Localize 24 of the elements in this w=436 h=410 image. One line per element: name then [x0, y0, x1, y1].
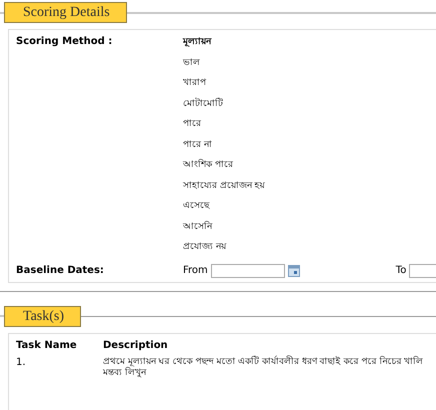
- from-label: From: [183, 265, 208, 276]
- scoring-option: পারে: [183, 119, 201, 129]
- field-label: Baseline Dates:: [16, 264, 104, 276]
- section-legend: Task(s): [4, 306, 82, 326]
- column-header: Task Name: [16, 340, 77, 350]
- scoring-option: আংশিক পারে: [183, 160, 233, 170]
- description-text: মন্তব্য লিখুন: [103, 368, 148, 378]
- scoring-option: পারে না: [183, 140, 212, 150]
- field-label: Scoring Method :: [16, 36, 112, 47]
- section-legend: Scoring Details: [4, 2, 127, 23]
- description-text: প্রথমে মূল্যায়ন ঘর থেকে পছন্দ মতো একটি কার্যাবলীর ধরণ বাছাই করে পরে নিচের খালি: [103, 356, 424, 367]
- scoring-option: খারাপ: [183, 78, 206, 88]
- table-cell: 1.: [16, 356, 26, 368]
- column-header: Description: [103, 340, 168, 350]
- scoring-option: ভাল: [183, 58, 200, 68]
- scoring-option: সাহায্যের প্রয়োজন হয়: [183, 180, 265, 190]
- scoring-heading: মূল্যায়ন: [183, 37, 211, 47]
- scoring-option: আসেনি: [183, 222, 212, 232]
- calendar-icon[interactable]: [288, 264, 300, 276]
- scoring-option: প্রযোজ্য নয়: [183, 242, 226, 252]
- to-label: To: [396, 265, 406, 276]
- date-input-field[interactable]: [210, 264, 285, 278]
- scoring-option: মোটামোটি: [183, 98, 223, 108]
- scoring-option: এসেছে: [183, 201, 209, 211]
